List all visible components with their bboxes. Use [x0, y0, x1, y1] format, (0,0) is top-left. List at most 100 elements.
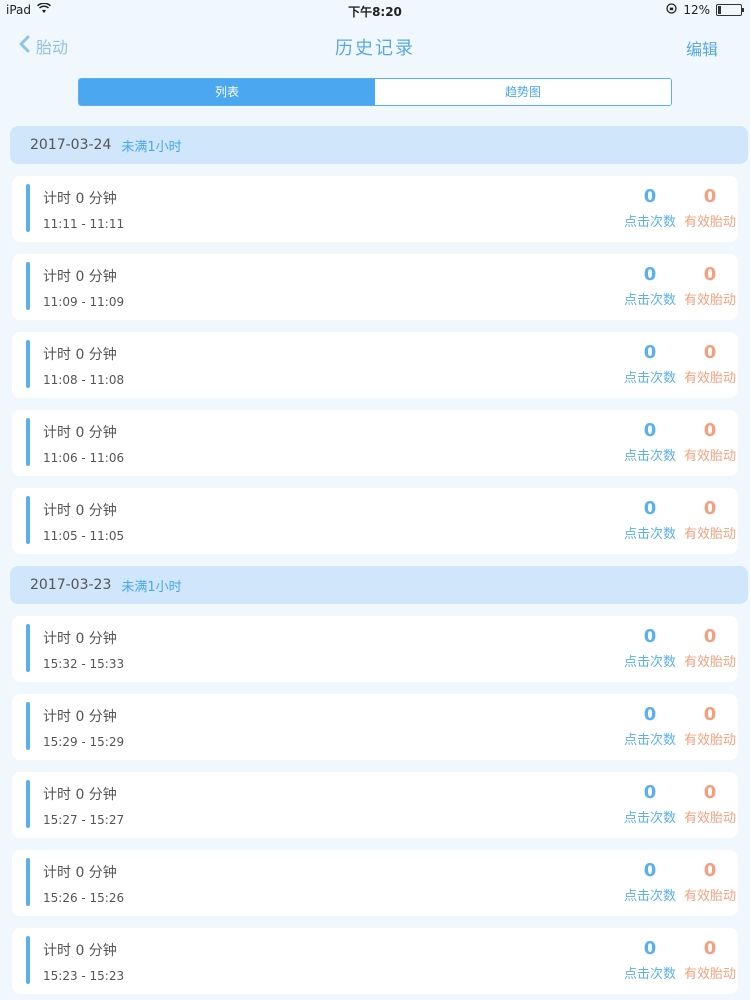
rotation-lock-icon — [666, 3, 677, 17]
clicks-stat: 0 点击次数 — [622, 420, 678, 466]
date-label: 2017-03-24 — [30, 137, 112, 153]
valid-movements-label: 有效胎动 — [683, 293, 736, 308]
clicks-count: 0 — [643, 186, 657, 207]
clicks-stat: 0 点击次数 — [622, 186, 678, 232]
record-time-range: 15:26 - 15:26 — [43, 891, 125, 905]
record-time-range: 11:05 - 11:05 — [43, 529, 125, 543]
clicks-count: 0 — [643, 420, 657, 441]
clicks-count: 0 — [643, 264, 657, 285]
record-duration: 计时 0 分钟 — [43, 943, 117, 959]
tab-trend-chart[interactable]: 趋势图 — [375, 79, 671, 105]
record-time-range: 15:23 - 15:23 — [43, 969, 125, 983]
valid-movements-count: 0 — [703, 626, 717, 647]
valid-movements-count: 0 — [703, 704, 717, 725]
record-accent-bar — [26, 184, 30, 232]
valid-movements-count: 0 — [703, 186, 717, 207]
date-group: 2017-03-24 未满1小时 计时 0 分钟 11:11 - 11:11 0… — [0, 126, 750, 554]
clicks-label: 点击次数 — [623, 811, 676, 826]
tab-list[interactable]: 列表 — [79, 79, 375, 105]
valid-movements-stat: 0 有效胎动 — [682, 420, 738, 466]
clicks-label: 点击次数 — [623, 293, 676, 308]
record-time-range: 15:29 - 15:29 — [43, 735, 125, 749]
record-duration: 计时 0 分钟 — [43, 503, 117, 519]
record-accent-bar — [26, 624, 30, 672]
clicks-label: 点击次数 — [623, 655, 676, 670]
date-header: 2017-03-24 未满1小时 — [10, 126, 748, 164]
battery-icon — [716, 4, 744, 16]
valid-movements-count: 0 — [703, 782, 717, 803]
page-title: 历史记录 — [335, 38, 415, 59]
clicks-stat: 0 点击次数 — [622, 860, 678, 906]
record-accent-bar — [26, 496, 30, 544]
record-card[interactable]: 计时 0 分钟 11:11 - 11:11 0 点击次数 0 有效胎动 — [12, 176, 738, 242]
valid-movements-count: 0 — [703, 938, 717, 959]
valid-movements-label: 有效胎动 — [683, 449, 736, 464]
status-time: 下午8:20 — [348, 5, 402, 19]
date-label: 2017-03-23 — [30, 577, 112, 593]
clicks-label: 点击次数 — [623, 967, 676, 982]
clicks-count: 0 — [643, 938, 657, 959]
record-card[interactable]: 计时 0 分钟 11:06 - 11:06 0 点击次数 0 有效胎动 — [12, 410, 738, 476]
duration-note: 未满1小时 — [121, 579, 182, 595]
record-card[interactable]: 计时 0 分钟 11:05 - 11:05 0 点击次数 0 有效胎动 — [12, 488, 738, 554]
record-card[interactable]: 计时 0 分钟 15:23 - 15:23 0 点击次数 0 有效胎动 — [12, 928, 738, 994]
clicks-stat: 0 点击次数 — [622, 264, 678, 310]
record-time-range: 11:08 - 11:08 — [43, 373, 125, 387]
view-segmented-control: 列表 趋势图 — [78, 78, 672, 106]
valid-movements-stat: 0 有效胎动 — [682, 186, 738, 232]
date-group: 2017-03-23 未满1小时 计时 0 分钟 15:32 - 15:33 0… — [0, 566, 750, 994]
valid-movements-stat: 0 有效胎动 — [682, 498, 738, 544]
status-right: 12% — [666, 3, 744, 17]
clicks-label: 点击次数 — [623, 889, 676, 904]
valid-movements-stat: 0 有效胎动 — [682, 938, 738, 984]
record-accent-bar — [26, 936, 30, 984]
valid-movements-label: 有效胎动 — [683, 527, 736, 542]
status-bar: iPad 下午8:20 12% — [0, 0, 750, 22]
record-card[interactable]: 计时 0 分钟 11:09 - 11:09 0 点击次数 0 有效胎动 — [12, 254, 738, 320]
edit-button[interactable]: 编辑 — [686, 36, 718, 60]
record-card[interactable]: 计时 0 分钟 15:26 - 15:26 0 点击次数 0 有效胎动 — [12, 850, 738, 916]
valid-movements-stat: 0 有效胎动 — [682, 626, 738, 672]
record-duration: 计时 0 分钟 — [43, 865, 117, 881]
valid-movements-stat: 0 有效胎动 — [682, 704, 738, 750]
record-card[interactable]: 计时 0 分钟 15:29 - 15:29 0 点击次数 0 有效胎动 — [12, 694, 738, 760]
nav-bar: 胎动 历史记录 编辑 — [0, 22, 750, 72]
clicks-count: 0 — [643, 342, 657, 363]
valid-movements-label: 有效胎动 — [683, 371, 736, 386]
clicks-stat: 0 点击次数 — [622, 626, 678, 672]
record-card[interactable]: 计时 0 分钟 15:32 - 15:33 0 点击次数 0 有效胎动 — [12, 616, 738, 682]
record-time-range: 15:32 - 15:33 — [43, 657, 125, 671]
record-time-range: 11:11 - 11:11 — [43, 217, 125, 231]
valid-movements-count: 0 — [703, 342, 717, 363]
date-header: 2017-03-23 未满1小时 — [10, 566, 748, 604]
record-accent-bar — [26, 340, 30, 388]
valid-movements-label: 有效胎动 — [683, 967, 736, 982]
valid-movements-label: 有效胎动 — [683, 215, 736, 230]
record-accent-bar — [26, 702, 30, 750]
clicks-label: 点击次数 — [623, 527, 676, 542]
duration-note: 未满1小时 — [121, 139, 182, 155]
record-accent-bar — [26, 418, 30, 466]
clicks-count: 0 — [643, 704, 657, 725]
clicks-count: 0 — [643, 626, 657, 647]
history-list: 2017-03-24 未满1小时 计时 0 分钟 11:11 - 11:11 0… — [0, 126, 750, 994]
valid-movements-stat: 0 有效胎动 — [682, 782, 738, 828]
record-duration: 计时 0 分钟 — [43, 709, 117, 725]
clicks-label: 点击次数 — [623, 215, 676, 230]
valid-movements-stat: 0 有效胎动 — [682, 342, 738, 388]
valid-movements-count: 0 — [703, 860, 717, 881]
clicks-stat: 0 点击次数 — [622, 938, 678, 984]
record-time-range: 11:09 - 11:09 — [43, 295, 125, 309]
record-card[interactable]: 计时 0 分钟 15:27 - 15:27 0 点击次数 0 有效胎动 — [12, 772, 738, 838]
record-card[interactable]: 计时 0 分钟 11:08 - 11:08 0 点击次数 0 有效胎动 — [12, 332, 738, 398]
valid-movements-label: 有效胎动 — [683, 733, 736, 748]
valid-movements-label: 有效胎动 — [683, 655, 736, 670]
clicks-count: 0 — [643, 782, 657, 803]
valid-movements-stat: 0 有效胎动 — [682, 264, 738, 310]
record-time-range: 15:27 - 15:27 — [43, 813, 125, 827]
record-accent-bar — [26, 780, 30, 828]
clicks-label: 点击次数 — [623, 733, 676, 748]
record-duration: 计时 0 分钟 — [43, 191, 117, 207]
valid-movements-count: 0 — [703, 420, 717, 441]
clicks-stat: 0 点击次数 — [622, 342, 678, 388]
